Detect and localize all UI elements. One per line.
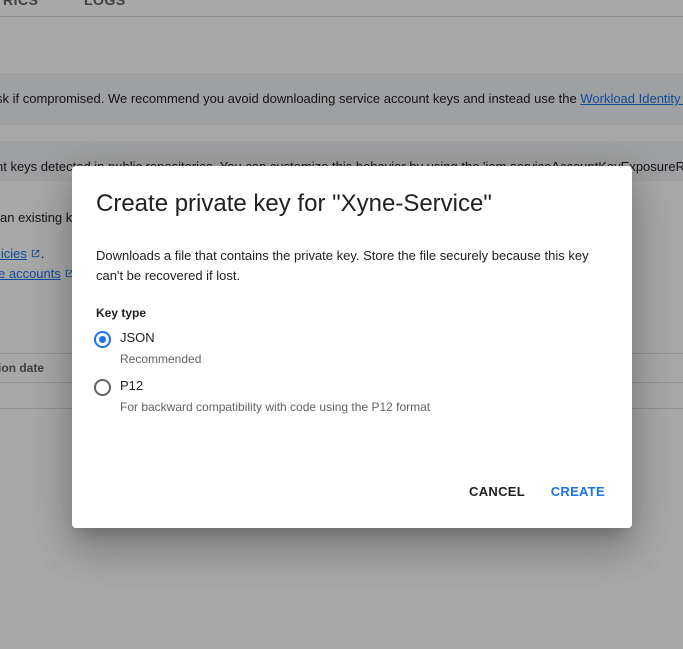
radio-hint-p12: For backward compatibility with code usi… <box>120 400 431 414</box>
radio-hint-json: Recommended <box>120 352 202 366</box>
dialog-title: Create private key for "Xyne-Service" <box>96 190 492 217</box>
radio-label-json[interactable]: JSON <box>120 330 155 345</box>
radio-label-p12[interactable]: P12 <box>120 378 143 393</box>
radio-unchecked-icon[interactable] <box>94 379 111 396</box>
key-type-label: Key type <box>96 306 147 320</box>
cancel-button[interactable]: CANCEL <box>469 484 525 499</box>
create-button[interactable]: CREATE <box>551 484 605 499</box>
radio-checked-icon[interactable] <box>94 331 111 348</box>
dialog-description: Downloads a file that contains the priva… <box>96 248 589 283</box>
create-private-key-dialog: Create private key for "Xyne-Service" Do… <box>72 166 632 528</box>
